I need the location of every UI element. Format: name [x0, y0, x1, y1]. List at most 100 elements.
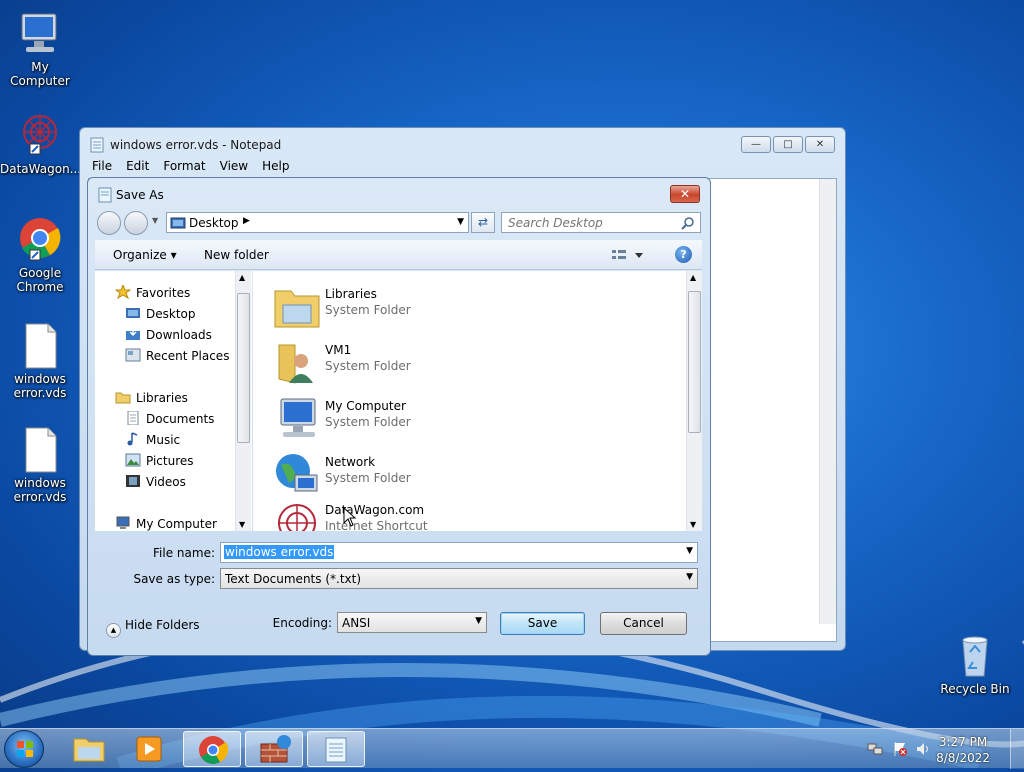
nav-favorites[interactable]: Favorites — [114, 283, 190, 300]
scroll-down-icon[interactable]: ▼ — [690, 520, 696, 529]
notepad-menubar: File Edit Format View Help — [92, 159, 289, 173]
notepad-vertical-scrollbar[interactable] — [819, 179, 836, 624]
firewall-icon — [260, 735, 291, 763]
desktop-icon-recycle-bin[interactable]: Recycle Bin — [935, 632, 1015, 696]
desktop-icon — [125, 306, 141, 320]
maximize-button[interactable]: □ — [773, 136, 803, 153]
desktop-icon-chrome[interactable]: Google Chrome — [0, 216, 80, 294]
desktop-icon-my-computer[interactable]: My Computer — [0, 10, 80, 88]
taskbar: 3:27 PM 8/8/2022 — [0, 728, 1024, 769]
search-icon — [681, 216, 695, 233]
notepad-icon — [325, 737, 347, 763]
file-name-label: File name: — [153, 546, 215, 560]
minimize-button[interactable]: — — [741, 136, 771, 153]
menu-view[interactable]: View — [220, 159, 248, 173]
file-item-my-computer[interactable]: My Computer System Folder — [273, 393, 653, 445]
refresh-icon: ⇄ — [477, 215, 489, 229]
close-button[interactable]: ✕ — [805, 136, 835, 153]
chevron-up-icon: ▲ — [106, 623, 121, 638]
nav-my-computer[interactable]: My Computer — [115, 516, 217, 531]
recycle-bin-icon — [951, 632, 999, 680]
forward-button[interactable] — [124, 211, 148, 235]
network-globe-icon — [273, 451, 321, 499]
menu-file[interactable]: File — [92, 159, 112, 173]
taskbar-firewall[interactable] — [245, 731, 303, 767]
computer-icon — [16, 10, 64, 58]
user-folder-icon — [273, 339, 321, 387]
desktop-icon-windows-error-1[interactable]: windows error.vds — [0, 322, 80, 400]
file-item-datawagon[interactable]: DataWagon.com Internet Shortcut — [273, 497, 653, 531]
action-center-flag-icon[interactable] — [892, 741, 908, 757]
network-tray-icon[interactable] — [867, 741, 883, 757]
nav-downloads[interactable]: Downloads — [125, 327, 212, 342]
encoding-value: ANSI — [342, 616, 371, 630]
nav-music[interactable]: Music — [125, 432, 180, 447]
notepad-app-icon — [90, 137, 104, 153]
navigation-pane[interactable]: Favorites Desktop Downloads Recent Place… — [95, 271, 252, 531]
clock-time: 3:27 PM — [938, 735, 988, 749]
file-name-field[interactable]: windows error.vds ▼ — [220, 542, 698, 563]
file-list-scroll-thumb[interactable] — [688, 291, 701, 433]
address-bar[interactable]: Desktop ▶ ▼ — [166, 212, 469, 233]
file-list-pane[interactable]: Libraries System Folder VM1 System Folde… — [253, 271, 702, 531]
save-as-dialog[interactable]: Save As ✕ ▼ Desktop ▶ ▼ ⇄ Organize ▾ New… — [87, 177, 711, 656]
taskbar-chrome[interactable] — [183, 731, 241, 767]
refresh-button[interactable]: ⇄ — [471, 212, 495, 233]
chrome-icon — [199, 736, 229, 764]
computer-icon — [115, 516, 131, 530]
nav-pictures[interactable]: Pictures — [125, 453, 194, 468]
save-as-type-select[interactable]: Text Documents (*.txt) ▼ — [220, 568, 698, 589]
menu-help[interactable]: Help — [262, 159, 289, 173]
document-icon — [16, 322, 64, 370]
system-clock[interactable]: 3:27 PM 8/8/2022 — [936, 734, 990, 766]
taskbar-explorer[interactable] — [60, 731, 118, 767]
cancel-button[interactable]: Cancel — [600, 612, 687, 635]
address-dropdown-icon[interactable]: ▼ — [457, 217, 464, 227]
nav-videos[interactable]: Videos — [125, 474, 186, 489]
save-button[interactable]: Save — [500, 612, 585, 635]
scroll-down-icon[interactable]: ▼ — [239, 520, 245, 529]
nav-desktop[interactable]: Desktop — [125, 306, 196, 321]
view-options-icon[interactable] — [611, 248, 645, 265]
help-icon[interactable]: ? — [675, 246, 692, 263]
encoding-select[interactable]: ANSI ▼ — [337, 612, 487, 633]
music-icon — [125, 432, 141, 446]
nav-pane-scroll-thumb[interactable] — [237, 293, 250, 443]
desktop-icon-datawagon[interactable]: DataWagon... — [0, 112, 81, 176]
scroll-up-icon[interactable]: ▲ — [239, 273, 245, 282]
file-item-libraries[interactable]: Libraries System Folder — [273, 281, 653, 333]
file-list-scrollbar[interactable]: ▲ ▼ — [686, 271, 702, 531]
dialog-close-button[interactable]: ✕ — [670, 185, 700, 203]
taskbar-notepad[interactable] — [307, 731, 365, 767]
start-button[interactable] — [4, 730, 44, 768]
datawagon-logo-icon — [16, 112, 64, 160]
menu-format[interactable]: Format — [163, 159, 205, 173]
libraries-icon — [115, 390, 131, 404]
volume-icon[interactable] — [915, 741, 931, 757]
breadcrumb-arrow-icon[interactable]: ▶ — [243, 216, 250, 226]
nav-recent-places[interactable]: Recent Places — [125, 348, 229, 363]
back-button[interactable] — [97, 211, 121, 235]
new-folder-button[interactable]: New folder — [204, 248, 269, 262]
search-input[interactable] — [506, 214, 676, 232]
chevron-down-icon[interactable]: ▼ — [475, 616, 482, 626]
history-dropdown-icon[interactable]: ▼ — [152, 216, 158, 225]
chevron-down-icon[interactable]: ▼ — [686, 546, 693, 556]
file-item-network[interactable]: Network System Folder — [273, 449, 653, 501]
desktop-icon-windows-error-2[interactable]: windows error.vds — [0, 426, 80, 504]
taskbar-media-player[interactable] — [120, 731, 178, 767]
menu-edit[interactable]: Edit — [126, 159, 149, 173]
nav-documents[interactable]: Documents — [125, 410, 214, 426]
scroll-up-icon[interactable]: ▲ — [690, 273, 696, 282]
computer-icon — [273, 395, 321, 443]
show-desktop-button[interactable] — [1010, 729, 1024, 769]
nav-pane-scrollbar[interactable]: ▲ ▼ — [235, 271, 251, 531]
file-item-vm1[interactable]: VM1 System Folder — [273, 337, 653, 389]
encoding-label: Encoding: — [272, 616, 332, 630]
chevron-down-icon[interactable]: ▼ — [686, 572, 693, 582]
nav-libraries[interactable]: Libraries — [115, 390, 188, 405]
hide-folders-button[interactable]: ▲ Hide Folders — [106, 618, 200, 638]
organize-button[interactable]: Organize ▾ — [113, 248, 177, 262]
save-as-icon — [98, 187, 112, 203]
search-box[interactable] — [501, 212, 701, 233]
